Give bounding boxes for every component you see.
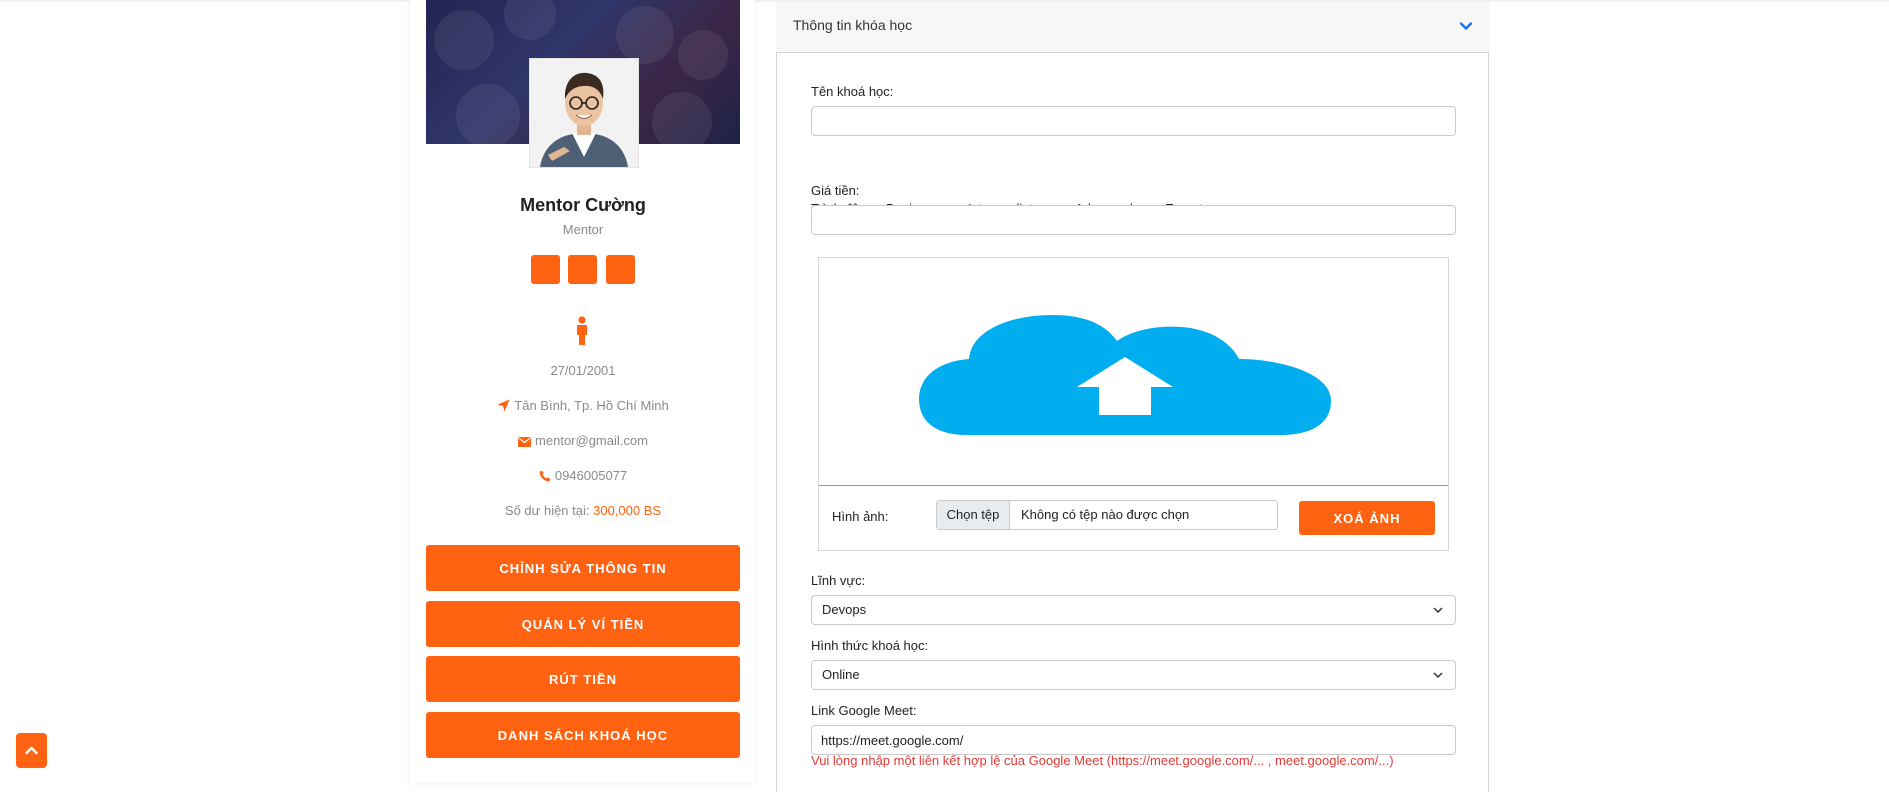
balance-line: Số dư hiện tại: 300,000 BS [426, 503, 740, 518]
file-status-text: Không có tệp nào được chọn [1021, 507, 1190, 522]
format-label: Hình thức khoá học: [811, 638, 929, 653]
balance-value: 300,000 BS [593, 503, 662, 518]
withdraw-button[interactable]: RÚT TIỀN [426, 656, 740, 702]
email-value: mentor@gmail.com [535, 433, 648, 448]
social-link-3[interactable] [606, 255, 635, 284]
field-select[interactable]: Devops [811, 595, 1456, 625]
course-form: Tên khoá học: Trình độ: Beginner Interme… [776, 52, 1489, 792]
format-select-value: Online [822, 667, 860, 682]
file-upload-row: Hình ảnh: Chọn tệp Không có tệp nào được… [819, 485, 1448, 551]
clear-image-button[interactable]: XOÁ ẢNH [1299, 501, 1435, 535]
price-label: Giá tiền: [811, 183, 860, 198]
edit-info-button[interactable]: CHỈNH SỬA THÔNG TIN [426, 545, 740, 591]
social-link-2[interactable] [568, 255, 597, 284]
avatar [529, 58, 639, 168]
address-line: Tân Bình, Tp. Hồ Chí Minh [426, 398, 740, 415]
phone-value: 0946005077 [554, 468, 628, 483]
field-label: Lĩnh vực: [811, 573, 866, 588]
field-select-value: Devops [822, 602, 867, 617]
scroll-to-top-button[interactable] [16, 733, 47, 768]
price-input[interactable] [811, 205, 1456, 235]
course-list-button[interactable]: DANH SÁCH KHOÁ HỌC [426, 712, 740, 758]
chevron-down-icon[interactable] [1459, 19, 1473, 33]
course-name-label: Tên khoá học: [811, 84, 894, 99]
course-info-panel: Thông tin khóa học Tên khoá học: Trình đ… [776, 0, 1489, 792]
social-link-1[interactable] [531, 255, 560, 284]
meet-link-label: Link Google Meet: [811, 703, 917, 718]
chevron-up-icon [25, 746, 38, 755]
mentor-role: Mentor [562, 222, 604, 237]
wallet-management-button[interactable]: QUẢN LÝ VÍ TIỀN [426, 601, 740, 647]
chevron-down-icon [1433, 672, 1443, 679]
male-person-icon [573, 316, 591, 346]
cloud-upload-icon [919, 315, 1331, 435]
phone-icon [539, 470, 551, 485]
file-input[interactable]: Chọn tệp Không có tệp nào được chọn [936, 500, 1278, 530]
course-info-header[interactable]: Thông tin khóa học [776, 2, 1489, 53]
dob-text: 27/01/2001 [426, 363, 740, 378]
format-select[interactable]: Online [811, 660, 1456, 690]
envelope-icon [518, 435, 532, 450]
section-title: Thông tin khóa học [793, 17, 913, 33]
balance-label: Số dư hiện tại: [504, 503, 590, 518]
address-value: Tân Bình, Tp. Hồ Chí Minh [514, 398, 669, 413]
meet-link-input[interactable] [811, 725, 1456, 755]
choose-file-button[interactable]: Chọn tệp [937, 501, 1010, 529]
mentor-name: Mentor Cường [520, 195, 646, 215]
image-upload-box: Hình ảnh: Chọn tệp Không có tệp nào được… [818, 257, 1449, 551]
dob-value: 27/01/2001 [550, 363, 616, 378]
image-label: Hình ảnh: [832, 509, 889, 524]
location-arrow-icon [497, 399, 510, 415]
profile-card: Mentor Cường Mentor 27/01/2001 Tân Bình,… [410, 0, 755, 783]
email-line: mentor@gmail.com [426, 433, 740, 450]
chevron-down-icon [1433, 607, 1443, 614]
course-name-input[interactable] [811, 106, 1456, 136]
social-links [531, 255, 641, 285]
phone-line: 0946005077 [426, 468, 740, 485]
meet-link-error: Vui lòng nhập một liên kết hợp lệ của Go… [811, 753, 1394, 768]
